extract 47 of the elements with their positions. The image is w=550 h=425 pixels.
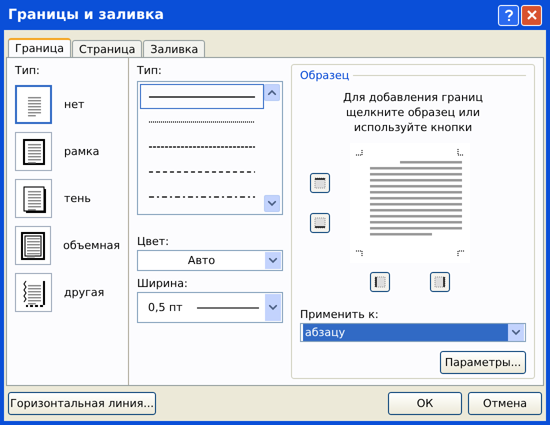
left-border-button[interactable] bbox=[370, 272, 390, 292]
options-button[interactable]: Параметры... bbox=[440, 351, 526, 374]
setting-label: Тип: bbox=[15, 64, 41, 77]
bottom-border-button[interactable] bbox=[310, 213, 330, 233]
cancel-button[interactable]: Отмена bbox=[468, 392, 542, 415]
border-edge-icon bbox=[313, 176, 327, 190]
color-dropdown[interactable]: Авто bbox=[137, 250, 283, 271]
setting-option[interactable] bbox=[15, 132, 52, 171]
border-edge-icon bbox=[373, 275, 387, 289]
setting-option-label: рамка bbox=[64, 145, 100, 158]
help-button[interactable] bbox=[498, 4, 519, 26]
group-title: Образец bbox=[300, 69, 350, 82]
setting-option-label: тень bbox=[64, 192, 91, 205]
border-edge-icon bbox=[313, 216, 327, 230]
tab[interactable]: Заливка bbox=[143, 40, 206, 57]
border-edge-icon bbox=[433, 275, 447, 289]
help-icon bbox=[504, 8, 514, 22]
style-label: Тип: bbox=[137, 64, 163, 77]
close-button[interactable] bbox=[521, 4, 542, 26]
setting-option-label: объемная bbox=[63, 239, 120, 252]
corner-mark-icon bbox=[457, 149, 464, 156]
tab[interactable]: Страница bbox=[72, 40, 142, 57]
setting-option[interactable] bbox=[15, 273, 52, 312]
window-title: Границы и заливка bbox=[8, 7, 164, 23]
setting-option-label: другая bbox=[64, 286, 104, 299]
close-icon bbox=[526, 10, 536, 20]
color-label: Цвет: bbox=[137, 235, 170, 248]
setting-option[interactable] bbox=[15, 226, 52, 265]
top-border-button[interactable] bbox=[310, 173, 330, 193]
corner-mark-icon bbox=[457, 250, 464, 257]
apply-to-dropdown[interactable]: абзацу bbox=[300, 323, 526, 342]
preview-hint: Для добавления границ щелкните образец или используйте кнопки bbox=[342, 90, 484, 135]
setting-option-label: нет bbox=[64, 98, 84, 111]
corner-mark-icon bbox=[356, 149, 363, 156]
line-style-item[interactable] bbox=[140, 84, 264, 109]
apply-to-label: Применить к: bbox=[300, 308, 380, 321]
right-border-button[interactable] bbox=[430, 272, 450, 292]
scroll-down-button[interactable] bbox=[264, 195, 280, 212]
tab[interactable]: Граница bbox=[8, 38, 72, 57]
width-dropdown[interactable]: 0,5 пт bbox=[137, 292, 283, 323]
width-label: Ширина: bbox=[137, 277, 189, 290]
ok-button[interactable]: ОК bbox=[388, 392, 462, 415]
setting-option[interactable] bbox=[15, 179, 52, 218]
horizontal-line-button[interactable]: Горизонтальная линия... bbox=[8, 392, 156, 415]
scroll-up-button[interactable] bbox=[264, 84, 280, 101]
corner-mark-icon bbox=[356, 250, 363, 257]
line-width-sample bbox=[196, 306, 259, 308]
